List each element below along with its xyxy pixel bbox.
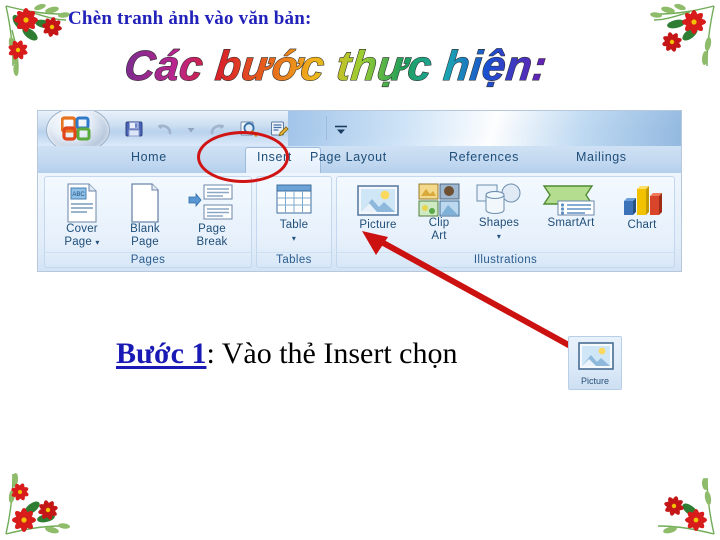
- command-page-break[interactable]: Page Break: [178, 183, 246, 248]
- chart-icon: [624, 186, 662, 215]
- group-divider: [45, 252, 251, 253]
- slide-canvas: Chèn tranh ảnh vào văn bản: Các bước thự…: [0, 0, 720, 540]
- command-label-2: Page: [64, 235, 93, 248]
- picture-icon: [357, 185, 399, 216]
- command-label: SmartArt: [547, 217, 595, 229]
- command-label: Picture: [359, 219, 397, 231]
- command-table[interactable]: Table ▾: [260, 183, 328, 244]
- group-divider: [337, 252, 674, 253]
- save-icon[interactable]: [124, 119, 144, 139]
- page-break-icon: [188, 184, 233, 220]
- ribbon-group-tables: Table ▾ Tables: [256, 176, 332, 268]
- undo-dropdown-chevron-down-icon[interactable]: [186, 119, 196, 139]
- insert-tab-highlight-ellipse: [197, 131, 289, 183]
- command-label: Table: [279, 219, 309, 231]
- group-title-pages: Pages: [130, 254, 166, 266]
- poinsettia-corner-bottom-right-icon: [624, 448, 720, 540]
- command-shapes[interactable]: Shapes ▾: [467, 181, 531, 242]
- smartart-icon: [542, 185, 595, 216]
- quick-access-toolbar: [38, 111, 681, 153]
- page-title: Chèn tranh ảnh vào văn bản:: [68, 8, 312, 29]
- command-label: Chart: [627, 219, 657, 231]
- table-icon: [276, 184, 312, 214]
- command-blank-page[interactable]: Blank Page: [115, 183, 175, 248]
- customize-quick-access-toolbar-icon[interactable]: [334, 123, 348, 134]
- command-label-2: Page: [131, 235, 159, 248]
- svg-text:Các bước thực hiện:: Các bước thực hiện:: [122, 42, 549, 89]
- undo-icon[interactable]: [155, 119, 175, 139]
- word-ribbon-screenshot: Home Insert Page Layout References Maili…: [37, 110, 682, 272]
- command-label: Blank: [130, 223, 160, 235]
- command-picture[interactable]: Picture: [345, 183, 411, 232]
- ribbon-group-pages: ABC Cover Page ▾ Blank Page Page Break P…: [44, 176, 252, 268]
- chevron-down-icon[interactable]: ▾: [497, 232, 501, 241]
- svg-text:ABC: ABC: [72, 192, 85, 198]
- clip-art-icon: [418, 183, 460, 217]
- command-cover-page[interactable]: ABC Cover Page ▾: [51, 183, 113, 248]
- step-line: Bước 1: Vào thẻ Insert chọn: [116, 337, 458, 371]
- command-label: Page: [198, 223, 226, 235]
- command-label-2: Art: [431, 229, 447, 242]
- ribbon-group-illustrations: Picture Clip Art Shapes ▾ SmartArt Chart…: [336, 176, 675, 268]
- command-clip-art[interactable]: Clip Art: [413, 183, 465, 242]
- tab-mailings[interactable]: Mailings: [576, 150, 627, 164]
- command-label: Cover: [66, 223, 98, 235]
- picture-button-callout[interactable]: Picture: [568, 336, 622, 390]
- office-orb-icon: [61, 116, 91, 141]
- command-chart[interactable]: Chart: [614, 183, 670, 232]
- shapes-icon: [476, 183, 521, 214]
- command-label: Shapes: [478, 217, 520, 229]
- tab-page-layout[interactable]: Page Layout: [310, 150, 387, 164]
- toolbar-separator: [326, 116, 327, 140]
- step-text: : Vào thẻ Insert chọn: [206, 337, 458, 370]
- command-smartart[interactable]: SmartArt: [533, 183, 609, 230]
- chevron-down-icon[interactable]: ▾: [95, 238, 99, 247]
- group-title-tables: Tables: [276, 254, 312, 266]
- picture-icon: [578, 342, 614, 370]
- group-title-illustrations: Illustrations: [473, 254, 538, 266]
- poinsettia-corner-top-right-icon: [624, 0, 720, 92]
- wordart-heading: Các bước thực hiện:: [120, 36, 600, 96]
- picture-button-label: Picture: [580, 376, 609, 386]
- tab-home[interactable]: Home: [131, 150, 167, 164]
- command-label: Clip: [428, 217, 450, 229]
- chevron-down-icon[interactable]: ▾: [292, 234, 296, 243]
- ribbon-tabbar: Home Insert Page Layout References Maili…: [38, 146, 681, 174]
- step-label: Bước 1: [116, 337, 207, 370]
- tab-references[interactable]: References: [449, 150, 519, 164]
- command-label-2: Break: [196, 235, 228, 248]
- poinsettia-corner-bottom-left-icon: [0, 448, 96, 540]
- group-divider: [257, 252, 331, 253]
- blank-page-icon: [131, 183, 159, 223]
- cover-page-icon: ABC: [67, 183, 97, 223]
- ribbon-panel: ABC Cover Page ▾ Blank Page Page Break P…: [38, 173, 681, 271]
